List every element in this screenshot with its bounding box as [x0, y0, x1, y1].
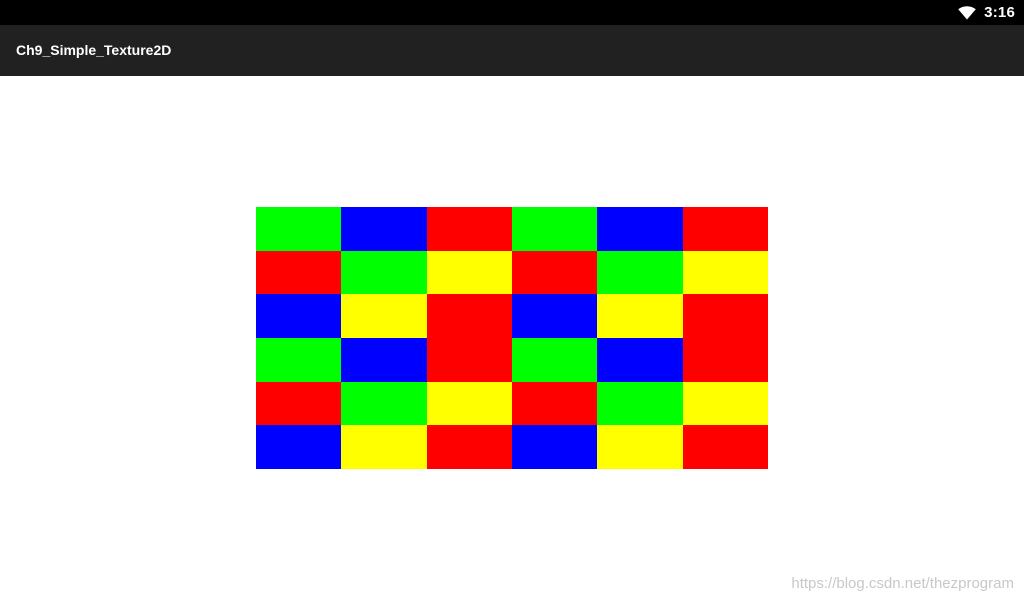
texture-cell-green [597, 381, 683, 426]
watermark-text: https://blog.csdn.net/thezprogram [791, 575, 1014, 592]
texture-cell-yellow [426, 381, 512, 426]
texture-cell-blue [256, 294, 342, 338]
texture-cell-green [256, 338, 342, 382]
texture-cell-red [512, 381, 598, 426]
texture-cell-green [341, 250, 427, 295]
status-clock: 3:16 [984, 4, 1015, 21]
texture-cell-blue [341, 207, 427, 251]
texture-cell-green [256, 207, 342, 251]
texture-cell-red [682, 207, 768, 251]
texture-cell-blue [597, 207, 683, 251]
texture-cell-blue [341, 338, 427, 382]
texture-cell-blue [512, 425, 598, 469]
texture-cell-red [512, 250, 598, 295]
texture-cell-yellow [597, 425, 683, 469]
texture-cell-green [341, 381, 427, 426]
texture-cell-yellow [341, 425, 427, 469]
texture-cell-red [426, 338, 512, 382]
wifi-icon [958, 5, 976, 19]
texture-cell-red [256, 381, 342, 426]
texture-cell-red [682, 425, 768, 469]
texture-cell-yellow [426, 250, 512, 295]
texture-cell-blue [256, 425, 342, 469]
texture-cell-red [682, 338, 768, 382]
texture-cell-yellow [341, 294, 427, 338]
textured-quad [256, 207, 768, 469]
texture-cell-red [256, 250, 342, 295]
gl-surface-view[interactable] [0, 76, 1024, 600]
app-title: Ch9_Simple_Texture2D [16, 42, 172, 58]
texture-cell-red [426, 294, 512, 338]
texture-cell-yellow [682, 381, 768, 426]
texture-cell-red [682, 294, 768, 338]
texture-cell-blue [512, 294, 598, 338]
texture-cell-green [512, 207, 598, 251]
status-bar: 3:16 [0, 0, 1024, 25]
texture-cell-blue [597, 338, 683, 382]
status-icons: 3:16 [958, 0, 1015, 25]
texture-cell-red [426, 425, 512, 469]
texture-cell-green [597, 250, 683, 295]
texture-cell-green [512, 338, 598, 382]
texture-cell-yellow [682, 250, 768, 295]
action-bar: Ch9_Simple_Texture2D [0, 25, 1024, 76]
texture-cell-red [426, 207, 512, 251]
texture-cell-yellow [597, 294, 683, 338]
